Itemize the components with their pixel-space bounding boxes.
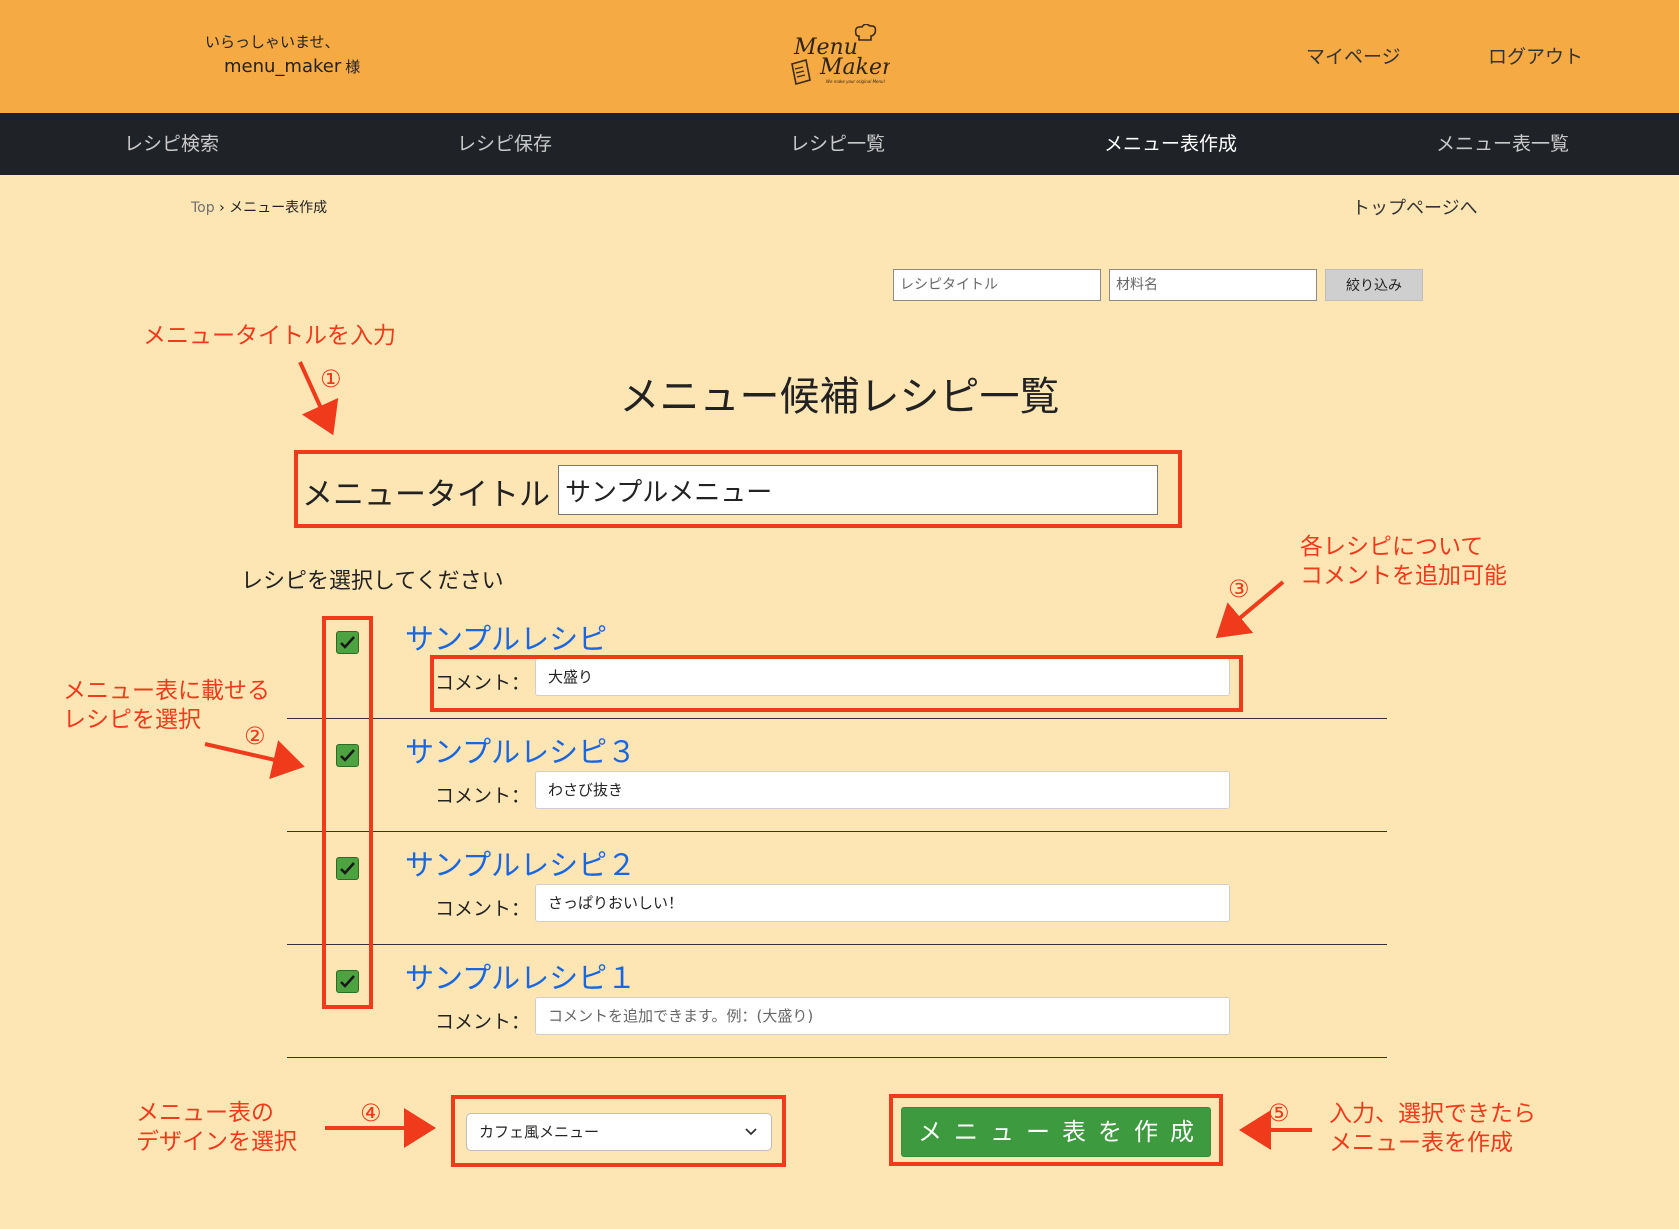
annotation-arrows: [204, 361, 1312, 1150]
arrow-2: [204, 740, 305, 780]
arrow-1: [298, 361, 339, 436]
arrow-3: [1215, 580, 1285, 639]
